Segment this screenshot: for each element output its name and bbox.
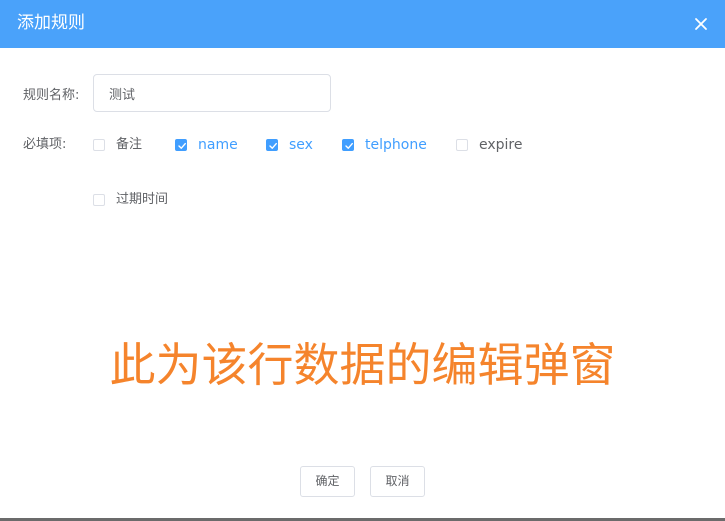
edit-rule-dialog: 添加规则 规则名称: 必填项: 备注 name sex <box>0 0 725 521</box>
checkbox-expire[interactable]: expire <box>456 136 523 154</box>
checkbox-box[interactable] <box>266 139 278 151</box>
close-icon[interactable] <box>693 16 709 32</box>
required-fields-label: 必填项: <box>23 137 67 152</box>
rule-name-label: 规则名称: <box>23 88 80 103</box>
checkbox-box[interactable] <box>456 139 468 151</box>
annotation-text: 此为该行数据的编辑弹窗 <box>109 338 616 392</box>
checkbox-remark[interactable]: 备注 <box>93 136 142 154</box>
check-icon <box>269 142 277 149</box>
confirm-button[interactable]: 确定 <box>300 466 355 497</box>
checkbox-box[interactable] <box>93 194 105 206</box>
checkbox-telphone[interactable]: telphone <box>342 136 427 154</box>
dialog-header: 添加规则 <box>0 0 725 48</box>
checkbox-label: 备注 <box>116 137 143 152</box>
checkbox-label: 过期时间 <box>116 192 169 207</box>
cancel-button[interactable]: 取消 <box>370 466 425 497</box>
checkbox-label: sex <box>289 137 313 153</box>
check-icon <box>345 142 353 149</box>
checkbox-label: expire <box>479 137 523 153</box>
checkbox-expire-time[interactable]: 过期时间 <box>93 191 168 209</box>
checkbox-label: name <box>198 137 238 153</box>
checkbox-box[interactable] <box>93 139 105 151</box>
checkbox-box[interactable] <box>175 139 187 151</box>
checkbox-label: telphone <box>365 137 427 153</box>
checkbox-sex[interactable]: sex <box>266 136 313 154</box>
check-icon <box>178 142 186 149</box>
checkbox-name[interactable]: name <box>175 136 238 154</box>
rule-name-input[interactable] <box>93 74 331 112</box>
checkbox-box[interactable] <box>342 139 354 151</box>
dialog-title: 添加规则 <box>17 13 85 33</box>
